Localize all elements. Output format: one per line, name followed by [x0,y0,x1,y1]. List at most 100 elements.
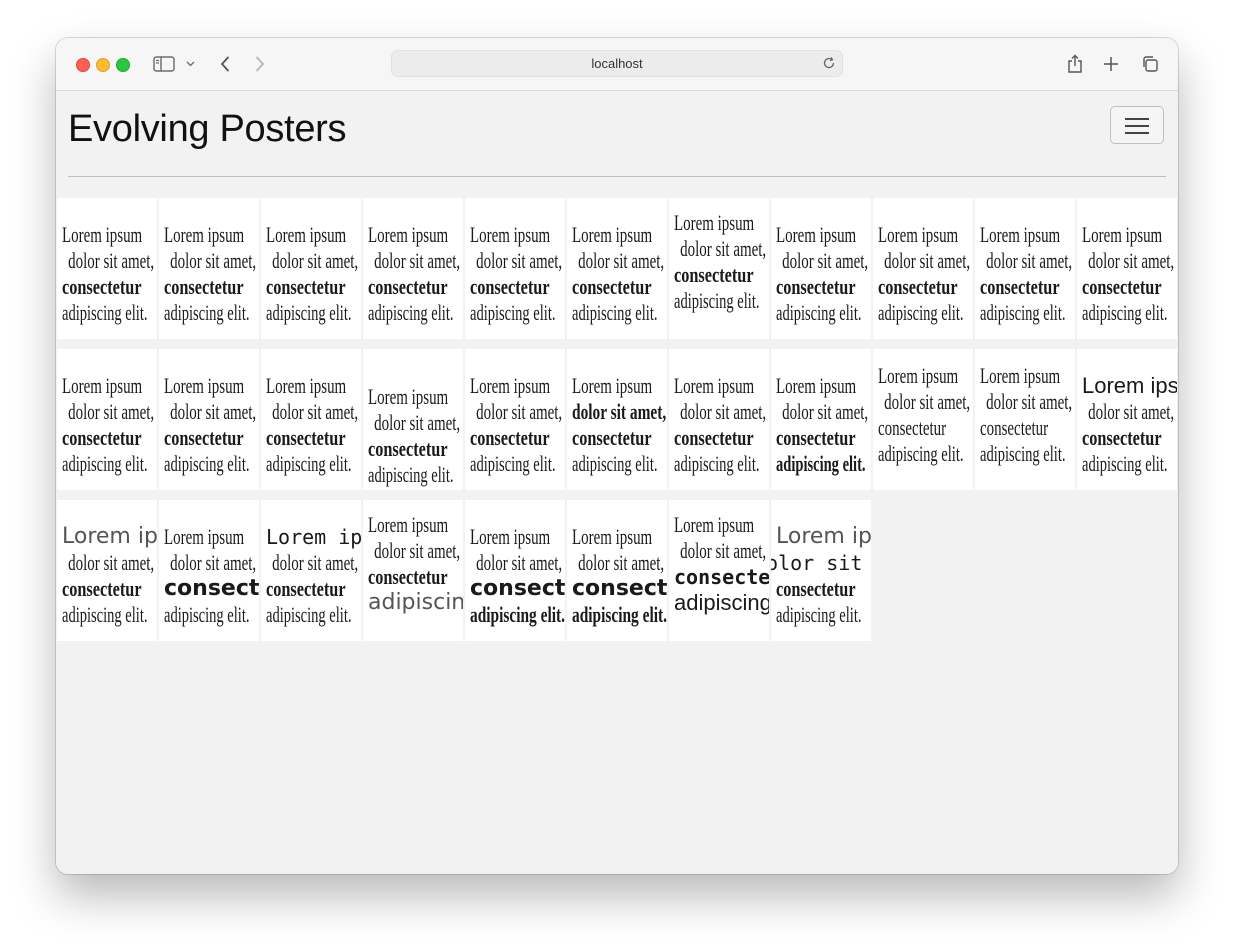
menu-icon [1125,118,1149,120]
poster-card[interactable]: Lorem ipsumdolor sit amet,consecteturadi… [261,349,361,490]
zoom-window-button[interactable] [116,58,130,72]
poster-text: Lorem ipsumdolor sit amet,consecteturadi… [980,222,1075,326]
poster-card[interactable]: Lorem ipsumdolor sit amet,consecteturadi… [261,198,361,339]
tab-overview-icon[interactable] [1140,52,1160,76]
minimize-window-button[interactable] [96,58,110,72]
poster-line: Lorem ipsum [572,373,653,398]
poster-card[interactable]: Lorem ipsumdolor sit amet,consecteturadi… [465,500,565,641]
poster-line: Lorem ipsum [266,373,347,398]
poster-line: adipiscing elit. [776,451,866,476]
poster-card[interactable]: Lorem ipsumdolor sit amet,consecteturadi… [57,349,157,490]
poster-card[interactable]: Lorem ipsumdolor sit amet,consecteturadi… [975,349,1075,490]
poster-line: dolor sit amet, [272,248,359,273]
poster-text: Lorem ipsumdolor sit amet,consecteturadi… [368,222,463,326]
poster-card[interactable]: Lorem ipsumdolor sit amet,consecteturadi… [771,349,871,490]
poster-card[interactable]: Lorem ipsumdolor sit amet,consecteturadi… [567,349,667,490]
poster-line: Lorem ipsum [62,524,157,549]
poster-line: dolor sit amet, [374,410,461,435]
poster-card[interactable]: Lorem ipsumdolor sit amet,consecteturadi… [363,349,463,490]
poster-card[interactable]: Lorem ipsumdolor sit amet,consecteturadi… [465,198,565,339]
poster-card[interactable]: Lorem ipsumdolor sit amet,consecteturadi… [1077,349,1177,490]
poster-row: Lorem ipsumdolor sit amet,consecteturadi… [57,198,1178,339]
poster-line: adipiscing elit. [878,300,964,325]
poster-line: adipiscing elit. [878,441,964,466]
poster-text: Lorem ipsumdolor sit amet,consecteturadi… [164,373,259,477]
reload-icon[interactable] [822,56,836,73]
poster-card[interactable]: Lorem ipsumdolor sit amet,consecteturadi… [159,198,259,339]
poster-card[interactable]: Lorem ipsumdolor sit amet,consecteturadi… [465,349,565,490]
poster-text: Lorem ipsumdolor sit amet,consecteturadi… [266,222,361,326]
poster-line: Lorem ipsum [1082,222,1163,247]
poster-card[interactable]: Lorem ipsumdolor sit amet,consecteturadi… [669,500,769,641]
poster-line: dolor sit amet, [68,399,155,424]
poster-line: Lorem ipsum [572,222,653,247]
poster-card[interactable]: Lorem ipsumdolor sit amet,consecteturadi… [873,349,973,490]
poster-card[interactable]: Lorem ipsumdolor sit amet,consecteturadi… [159,500,259,641]
poster-line: consectetur [980,274,1060,299]
poster-text: Lorem ipsumdolor sit amet,consecteturadi… [164,524,259,628]
poster-card[interactable]: Lorem ipsumdolor sit amet,consecteturadi… [159,349,259,490]
poster-row: Lorem ipsum dolor sit amet, consectetur adi… [57,500,1178,641]
share-icon[interactable] [1065,52,1085,76]
poster-card[interactable]: Lorem ipsumdolor sit amet,consecteturadi… [771,198,871,339]
poster-line: consectetur [1082,274,1162,299]
poster-card[interactable]: Lorem ipsumdolor sit amet,consecteturadi… [363,198,463,339]
poster-line: dolor sit amet, [680,399,767,424]
poster-line: consectetur [674,565,769,589]
poster-line: dolor sit amet, [374,538,461,563]
forward-arrow-icon[interactable] [252,52,268,76]
poster-line: consectetur [266,576,346,601]
poster-card[interactable]: Lorem ipsumdolor sit amet,consecteturadi… [261,500,361,641]
poster-line: adipiscing elit. [368,300,454,325]
poster-text: Lorem ipsumdolor sit amet,consecteturadi… [1082,222,1177,326]
poster-line: consectetur [62,576,142,601]
poster-line: Lorem ipsum [878,363,959,388]
poster-line: Lorem ipsum [674,210,755,235]
poster-card[interactable]: Lorem ipsumdolor sit amet,consecteturadi… [1077,198,1177,339]
poster-line: consectetur [980,415,1049,440]
poster-line: dolor sit amet, [986,389,1073,414]
poster-line: consectetur [368,274,448,299]
sidebar-toggle-icon[interactable] [152,52,176,76]
poster-line: Lorem ipsum [878,222,959,247]
close-window-button[interactable] [76,58,90,72]
poster-card[interactable]: Lorem ipsumdolor sit amet,consecteturadi… [567,500,667,641]
poster-text: Lorem ipsumdolor sit amet,consecteturadi… [776,222,871,326]
poster-line: adipiscing elit. [572,602,667,627]
poster-line: adipiscing elit. [1082,300,1168,325]
poster-card[interactable]: Lorem ipsumdolor sit amet,consecteturadi… [567,198,667,339]
browser-window: localhost Evolving Posters Lorem ipsum do… [56,38,1178,874]
address-bar[interactable]: localhost [391,50,843,77]
new-tab-icon[interactable] [1102,52,1120,76]
poster-card[interactable]: Lorem ipsumdolor sit amet,consecteturadi… [57,500,157,641]
poster-line: Lorem ipsum [368,222,449,247]
poster-text: Lorem ipsumdolor sit amet,consecteturadi… [980,363,1075,467]
chevron-down-icon[interactable] [184,52,196,76]
back-arrow-icon[interactable] [217,52,233,76]
poster-line: consectetur [62,425,142,450]
poster-line: Lorem ipsum [776,373,857,398]
poster-line: adipiscing elit. [674,288,760,313]
poster-card[interactable]: Lorem ipsumdolor sit amet,consecteturadi… [975,198,1075,339]
poster-line: consectetur [776,425,856,450]
poster-line: consectetur [164,576,259,601]
poster-line: Lorem ipsum [62,373,143,398]
poster-line: consectetur [878,274,958,299]
poster-line: Lorem ipsum [368,384,449,409]
poster-card[interactable]: Lorem ipsumdolor sit amet,consecteturadi… [57,198,157,339]
poster-line: dolor sit amet, [476,248,563,273]
hamburger-menu-button[interactable] [1110,106,1164,144]
poster-line: Lorem ipsum [164,524,245,549]
poster-line: dolor sit amet, [1088,399,1175,424]
poster-line: dolor sit amet, [572,399,667,424]
poster-line: dolor sit amet, [578,550,665,575]
poster-line: adipiscing elit. [572,300,658,325]
poster-line: consectetur [164,274,244,299]
poster-card[interactable]: Lorem ipsumdolor sit amet,consecteturadi… [873,198,973,339]
poster-line: consectetur [1082,425,1162,450]
poster-card[interactable]: Lorem ipsumdolor sit amet,consecteturadi… [669,349,769,490]
poster-card[interactable]: Lorem ipsumdolor sit amet,consecteturadi… [771,500,871,641]
poster-card[interactable]: Lorem ipsumdolor sit amet,consecteturadi… [363,500,463,641]
poster-line: adipiscing elit. [62,300,148,325]
poster-card[interactable]: Lorem ipsumdolor sit amet,consecteturadi… [669,198,769,339]
